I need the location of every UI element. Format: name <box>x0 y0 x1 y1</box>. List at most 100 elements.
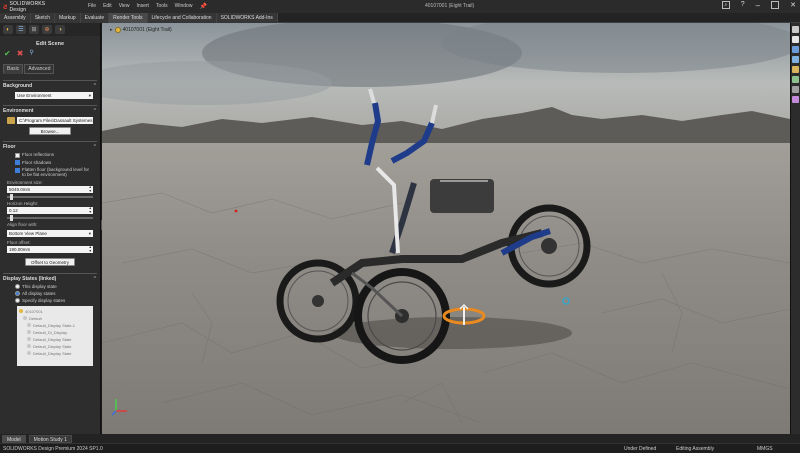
restore-icon[interactable] <box>771 1 780 9</box>
app-logo[interactable]: ƨ SOLIDWORKS Design <box>0 0 60 13</box>
list-item[interactable]: Default <box>19 315 91 321</box>
tab-sketch[interactable]: Sketch <box>30 13 55 23</box>
display-states-group: Display States (linked) ⌃ This display s… <box>3 273 97 366</box>
env-size-slider[interactable] <box>7 194 93 200</box>
all-states-option[interactable]: All display states <box>15 291 93 296</box>
tab-motion-study[interactable]: Motion Study 1 <box>28 434 72 443</box>
floor-reflections-checkbox[interactable] <box>15 152 20 158</box>
appearances-icon[interactable] <box>792 76 799 83</box>
search-commands-icon[interactable]: ⌕ <box>721 1 730 9</box>
floor-header[interactable]: Floor ⌃ <box>3 142 97 150</box>
design-library-icon[interactable] <box>792 46 799 53</box>
specify-states-option[interactable]: Specify display states <box>15 298 93 303</box>
ok-icon[interactable]: ✔ <box>4 49 11 58</box>
browse-button[interactable]: Browse... <box>29 127 71 135</box>
floor-shadows-checkbox[interactable] <box>15 160 20 165</box>
scene-render <box>102 23 790 434</box>
background-header[interactable]: Background ⌃ <box>3 81 97 89</box>
menu-edit[interactable]: Edit <box>103 3 112 10</box>
flatten-floor-checkbox[interactable] <box>15 167 20 173</box>
resources-icon[interactable] <box>792 36 799 43</box>
tab-model[interactable]: Model <box>2 434 26 443</box>
menu-insert[interactable]: Insert <box>136 3 149 10</box>
close-icon[interactable]: ✕ <box>790 1 796 10</box>
pin-icon[interactable]: 📌 <box>199 3 206 10</box>
chevron-up-icon[interactable]: ⌃ <box>93 144 97 150</box>
pm-pin-icon[interactable]: ⚲ <box>29 49 33 58</box>
view-palette-icon[interactable] <box>792 66 799 73</box>
spinner-icon[interactable]: ▲ ▼ <box>89 245 92 253</box>
menu-window[interactable]: Window <box>175 3 193 10</box>
align-label: Align floor with: <box>7 222 38 227</box>
slider-thumb[interactable] <box>10 215 13 221</box>
status-product: SOLIDWORKS Design Premium 2024 SP1.0 <box>3 446 103 452</box>
background-select[interactable]: Use Environment ▾ <box>15 92 93 99</box>
this-state-option[interactable]: This display state <box>15 284 93 289</box>
display-states-title: Display States (linked) <box>3 276 57 282</box>
environment-title: Environment <box>3 108 34 114</box>
offset-to-geometry-button[interactable]: Offset to Geometry <box>25 258 75 266</box>
chevron-up-icon[interactable]: ⌃ <box>93 108 97 114</box>
specify-states-radio[interactable] <box>15 298 20 303</box>
chevron-down-icon: ▾ <box>88 231 91 236</box>
tab-markup[interactable]: Markup <box>54 13 81 23</box>
feature-tree-root[interactable]: ▸ 40107001 (Eight Trail) <box>110 27 172 33</box>
environment-header[interactable]: Environment ⌃ <box>3 106 97 114</box>
dimxpert-icon[interactable]: ⊕ <box>42 25 52 34</box>
floor-shadows-option[interactable]: Floor shadows <box>15 160 93 165</box>
help-icon[interactable]: ? <box>741 1 745 10</box>
graphics-area[interactable]: ▸ 40107001 (Eight Trail) <box>102 23 790 434</box>
display-manager-icon[interactable]: ◑ <box>55 25 65 34</box>
list-item[interactable]: 40107001 <box>19 308 91 314</box>
list-item[interactable]: Default_Display State <box>19 350 91 356</box>
configuration-manager-icon[interactable]: ⊞ <box>29 25 39 34</box>
reference-triad-icon[interactable] <box>110 395 130 417</box>
menu-tools[interactable]: Tools <box>156 3 168 10</box>
slider-thumb[interactable] <box>10 194 13 200</box>
list-item[interactable]: Default_Display State <box>19 343 91 349</box>
horizon-slider[interactable] <box>7 215 93 221</box>
custom-properties-icon[interactable] <box>792 86 799 93</box>
menu-view[interactable]: View <box>119 3 130 10</box>
floor-offset-field[interactable]: 190.00mm ▲ ▼ <box>7 245 93 253</box>
solidworks-forum-icon[interactable] <box>792 96 799 103</box>
spinner-icon[interactable]: ▲ ▼ <box>89 206 92 214</box>
list-item[interactable]: Default_Display State-1 <box>19 322 91 328</box>
cancel-icon[interactable]: ✖ <box>17 49 24 58</box>
all-states-radio[interactable] <box>15 291 20 296</box>
tab-assembly[interactable]: Assembly <box>0 13 31 23</box>
state-icon <box>27 344 31 348</box>
file-explorer-icon[interactable] <box>792 56 799 63</box>
this-state-radio[interactable] <box>15 284 20 289</box>
chevron-up-icon[interactable]: ⌃ <box>93 276 97 282</box>
property-manager-icon[interactable]: ☰ <box>16 25 26 34</box>
tab-lifecycle[interactable]: Lifecycle and Collaboration <box>147 13 217 23</box>
tab-render-tools[interactable]: Render Tools <box>109 13 148 23</box>
background-title: Background <box>3 83 33 89</box>
tab-add-ins[interactable]: SOLIDWORKS Add-Ins <box>216 13 278 23</box>
expand-icon[interactable]: ▸ <box>110 27 113 33</box>
feature-manager-icon[interactable]: ◐ <box>3 25 13 34</box>
tab-advanced[interactable]: Advanced <box>24 64 55 74</box>
floor-reflections-option[interactable]: Floor reflections <box>15 152 93 158</box>
state-icon <box>27 351 31 355</box>
home-icon[interactable] <box>792 26 799 33</box>
chevron-up-icon[interactable]: ⌃ <box>93 83 97 89</box>
status-units[interactable]: MMGS <box>757 446 773 452</box>
align-floor-select[interactable]: Bottom View Plane ▾ <box>7 230 93 237</box>
tab-basic[interactable]: Basic <box>3 64 24 74</box>
minimize-icon[interactable]: – <box>756 1 760 10</box>
spinner-icon[interactable]: ▲ ▼ <box>89 185 92 193</box>
list-item[interactable]: Default_Display State <box>19 336 91 342</box>
tab-evaluate[interactable]: Evaluate <box>80 13 110 23</box>
environment-path-field[interactable]: C:\Program Files\Dassault Systemes <box>17 117 93 124</box>
display-states-header[interactable]: Display States (linked) ⌃ <box>3 274 97 282</box>
horizon-field[interactable]: 0.12 ▲ ▼ <box>7 206 93 214</box>
menu-file[interactable]: File <box>88 3 96 10</box>
bottom-tabs: Model Motion Study 1 <box>0 434 800 443</box>
list-item[interactable]: Default_Di_Display <box>19 329 91 335</box>
status-editing: Editing Assembly <box>676 446 715 452</box>
env-size-field[interactable]: 5049.0mm ▲ ▼ <box>7 185 93 193</box>
environment-row: C:\Program Files\Dassault Systemes <box>7 117 93 124</box>
flatten-floor-option[interactable]: Flatten floor (background level for to b… <box>15 167 93 177</box>
